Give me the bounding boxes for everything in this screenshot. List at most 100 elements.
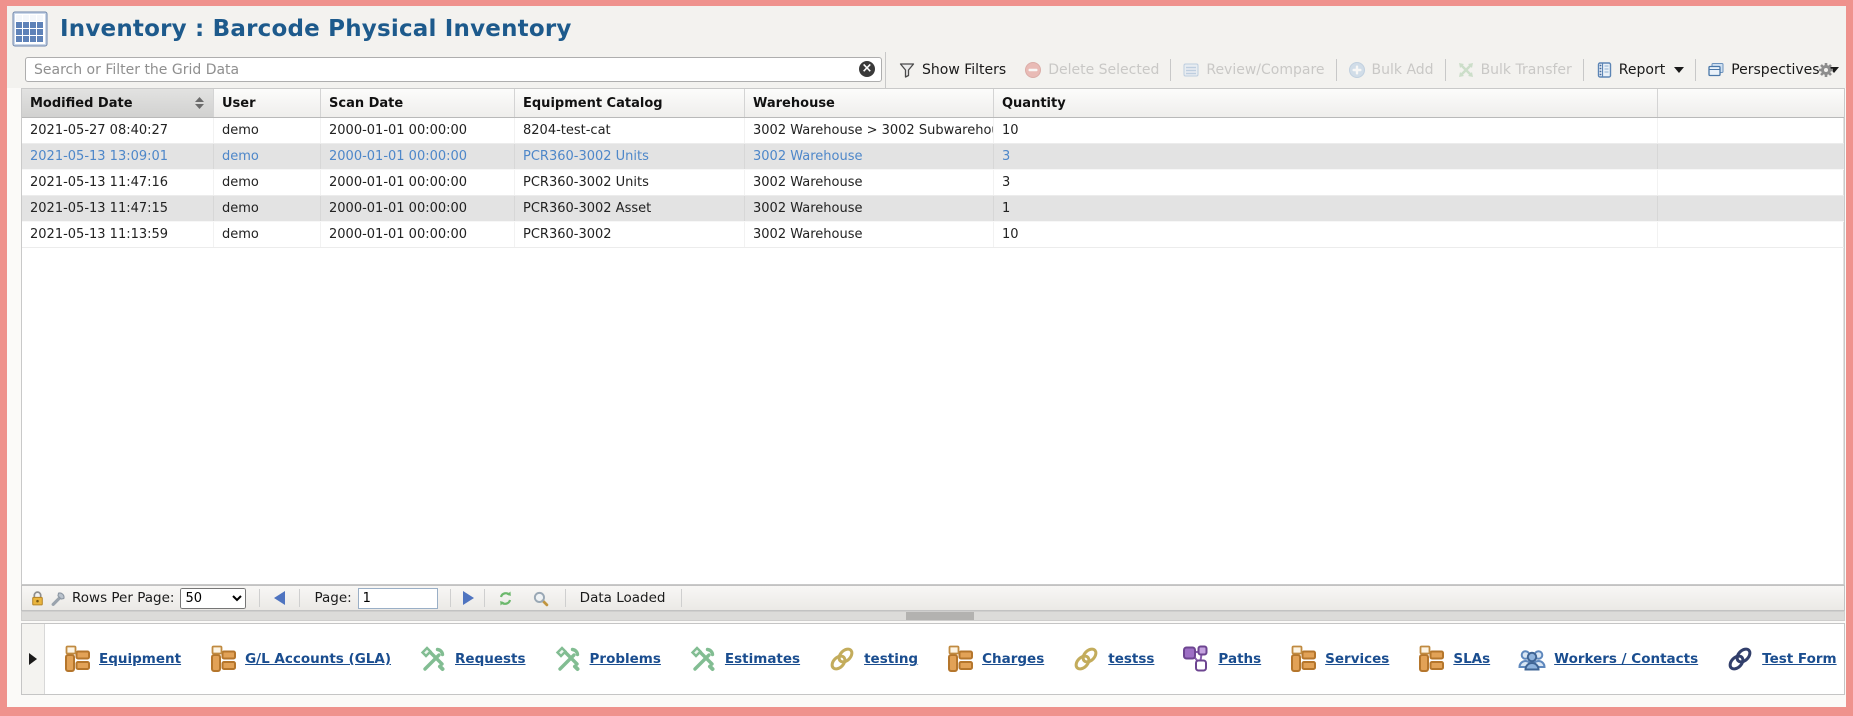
table-cell: 8204-test-cat bbox=[515, 118, 745, 143]
dock-link-label: Paths bbox=[1218, 651, 1261, 667]
chain-navy-icon bbox=[1725, 644, 1755, 674]
dock-link-requests[interactable]: Requests bbox=[418, 644, 526, 674]
title-bar: Inventory : Barcode Physical Inventory bbox=[7, 6, 1846, 52]
table-cell: 2000-01-01 00:00:00 bbox=[321, 196, 515, 221]
dock-link-problems[interactable]: Problems bbox=[553, 644, 661, 674]
table-cell: 2000-01-01 00:00:00 bbox=[321, 170, 515, 195]
chain-gold-icon bbox=[827, 644, 857, 674]
table-cell: 3 bbox=[994, 144, 1658, 169]
dock-link-testss[interactable]: testss bbox=[1071, 644, 1154, 674]
toolbar-button-label: Delete Selected bbox=[1048, 62, 1159, 78]
column-header-label: Modified Date bbox=[30, 96, 133, 111]
column-header-scan-date[interactable]: Scan Date bbox=[321, 89, 515, 117]
refresh-icon[interactable] bbox=[497, 590, 514, 607]
column-header-label: Quantity bbox=[1002, 96, 1066, 111]
search-input[interactable] bbox=[25, 57, 882, 82]
magnifier-icon[interactable] bbox=[532, 590, 549, 607]
dock-link-label: testing bbox=[864, 651, 918, 667]
toolbar-button-bulk-transfer: Bulk Transfer bbox=[1448, 61, 1581, 79]
dock-link-test-form[interactable]: Test Form bbox=[1725, 644, 1836, 674]
table-cell: 3002 Warehouse bbox=[745, 196, 994, 221]
dock-link-services[interactable]: Services bbox=[1288, 644, 1389, 674]
clear-circle-x-icon[interactable] bbox=[859, 61, 875, 77]
table-cell: 2021-05-13 11:47:15 bbox=[22, 196, 214, 221]
filter-funnel-icon bbox=[898, 61, 916, 79]
dock-link-slas[interactable]: SLAs bbox=[1416, 644, 1490, 674]
dock-link-label: Test Form bbox=[1762, 651, 1836, 667]
toolbar-separator bbox=[1170, 59, 1171, 81]
column-header-label: Warehouse bbox=[753, 96, 835, 111]
dock-link-estimates[interactable]: Estimates bbox=[688, 644, 800, 674]
column-header-quantity[interactable]: Quantity bbox=[994, 89, 1658, 117]
toolbar-button-review-compare: Review/Compare bbox=[1173, 61, 1333, 79]
dock-link-label: G/L Accounts (GLA) bbox=[245, 651, 391, 667]
dock-link-workers-contacts[interactable]: Workers / Contacts bbox=[1517, 644, 1698, 674]
toolbar-separator bbox=[1695, 59, 1696, 81]
dock-link-paths[interactable]: Paths bbox=[1181, 644, 1261, 674]
dock-link-equipment[interactable]: Equipment bbox=[62, 644, 181, 674]
dock-link-label: SLAs bbox=[1453, 651, 1490, 667]
perspectives-icon bbox=[1707, 61, 1725, 79]
grid-header: Modified Date UserScan DateEquipment Cata… bbox=[22, 89, 1844, 118]
wrench-icon[interactable] bbox=[50, 590, 67, 607]
dock-link-charges[interactable]: Charges bbox=[945, 644, 1044, 674]
table-cell: 2000-01-01 00:00:00 bbox=[321, 222, 515, 247]
dock-link-testing[interactable]: testing bbox=[827, 644, 918, 674]
gear-icon[interactable] bbox=[1817, 61, 1835, 79]
table-cell: demo bbox=[214, 144, 321, 169]
app-window: Inventory : Barcode Physical Inventory S… bbox=[7, 6, 1846, 707]
table-cell: 2000-01-01 00:00:00 bbox=[321, 144, 515, 169]
rows-per-page-label: Rows Per Page: bbox=[72, 590, 174, 606]
table-cell: 2021-05-27 08:40:27 bbox=[22, 118, 214, 143]
table-cell: 3002 Warehouse bbox=[745, 222, 994, 247]
dock-link-g-l-accounts-gla[interactable]: G/L Accounts (GLA) bbox=[208, 644, 391, 674]
toolbar-button-show-filters[interactable]: Show Filters bbox=[889, 61, 1015, 79]
table-cell bbox=[1658, 170, 1844, 195]
column-header-warehouse[interactable]: Warehouse bbox=[745, 89, 994, 117]
column-header-modified-date[interactable]: Modified Date bbox=[22, 89, 214, 117]
table-row[interactable]: 2021-05-27 08:40:27demo2000-01-01 00:00:… bbox=[22, 118, 1844, 144]
rows-per-page-select[interactable]: 50 bbox=[180, 588, 246, 609]
table-cell: 2021-05-13 11:13:59 bbox=[22, 222, 214, 247]
dock-link-label: Equipment bbox=[99, 651, 181, 667]
table-cell bbox=[1658, 222, 1844, 247]
table-cell: PCR360-3002 bbox=[515, 222, 745, 247]
pager-separator bbox=[259, 589, 260, 607]
pager-separator bbox=[681, 589, 682, 607]
table-cell: 2000-01-01 00:00:00 bbox=[321, 118, 515, 143]
toolbar-separator bbox=[1583, 59, 1584, 81]
search-box bbox=[25, 57, 882, 82]
report-icon bbox=[1595, 61, 1613, 79]
dropdown-caret-icon bbox=[1674, 67, 1684, 73]
table-cell bbox=[1658, 118, 1844, 143]
next-page-icon[interactable] bbox=[463, 591, 474, 605]
bulk-transfer-icon bbox=[1457, 61, 1475, 79]
page-input[interactable] bbox=[358, 588, 438, 609]
table-cell: 10 bbox=[994, 222, 1658, 247]
lock-icon[interactable] bbox=[29, 590, 46, 607]
column-header-equipment-catalog[interactable]: Equipment Catalog bbox=[515, 89, 745, 117]
grid-app-icon bbox=[12, 11, 48, 47]
table-row[interactable]: 2021-05-13 11:47:15demo2000-01-01 00:00:… bbox=[22, 196, 1844, 222]
table-cell: 1 bbox=[994, 196, 1658, 221]
toolbar-button-label: Report bbox=[1619, 62, 1665, 78]
toolbar-button-label: Show Filters bbox=[922, 62, 1006, 78]
horizontal-scrollbar[interactable] bbox=[21, 611, 1845, 621]
toolbar-buttons: Show Filters Delete Selected Review/Compar… bbox=[885, 52, 1848, 88]
column-header-user[interactable]: User bbox=[214, 89, 321, 117]
status-text: Data Loaded bbox=[580, 590, 666, 606]
dock-collapse-tab[interactable] bbox=[22, 624, 45, 694]
toolbar: Show Filters Delete Selected Review/Compar… bbox=[7, 52, 1846, 88]
toolbar-button-report[interactable]: Report bbox=[1586, 61, 1693, 79]
prev-page-icon[interactable] bbox=[274, 591, 285, 605]
table-cell: demo bbox=[214, 118, 321, 143]
toolbar-button-label: Perspectives bbox=[1731, 62, 1819, 78]
scrollbar-thumb[interactable] bbox=[906, 612, 974, 620]
review-compare-icon bbox=[1182, 61, 1200, 79]
table-row[interactable]: 2021-05-13 13:09:01demo2000-01-01 00:00:… bbox=[22, 144, 1844, 170]
table-row[interactable]: 2021-05-13 11:13:59demo2000-01-01 00:00:… bbox=[22, 222, 1844, 248]
table-row[interactable]: 2021-05-13 11:47:16demo2000-01-01 00:00:… bbox=[22, 170, 1844, 196]
toolbar-button-label: Review/Compare bbox=[1206, 62, 1324, 78]
table-cell: 2021-05-13 13:09:01 bbox=[22, 144, 214, 169]
toolbar-separator bbox=[1336, 59, 1337, 81]
